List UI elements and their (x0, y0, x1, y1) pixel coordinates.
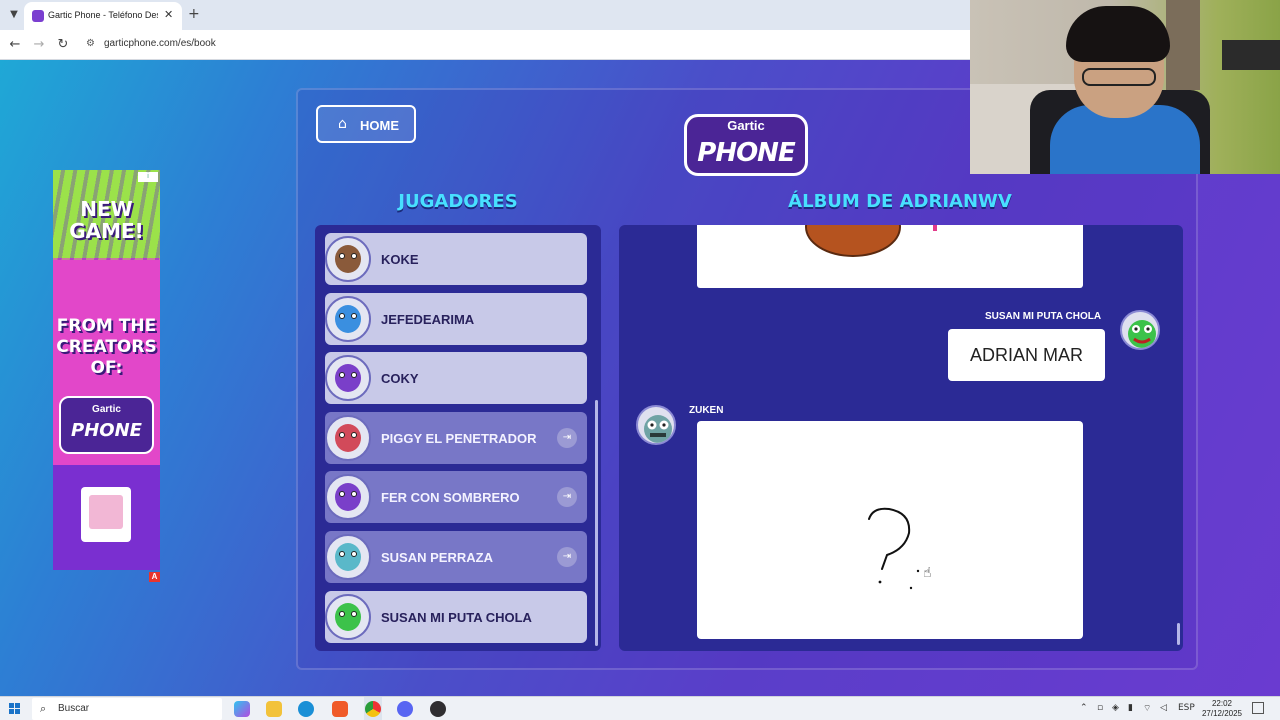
search-label: Buscar (58, 703, 90, 714)
zombie-avatar-icon (644, 415, 672, 443)
logo-top-text: Gartic (727, 118, 765, 133)
taskbar-search[interactable]: ⌕ Buscar (32, 698, 222, 720)
windows-taskbar: ⌕ Buscar ⌃ ▫ ◈ ▮ ⌔ ◁ ESP 22:02 27/12/202… (0, 696, 1280, 720)
players-scrollbar[interactable] (595, 400, 598, 646)
edge-icon[interactable] (298, 701, 314, 717)
ad-subline: FROM THE CREATORS OF: (56, 316, 157, 378)
reload-icon[interactable]: ↻ (54, 36, 72, 54)
guess-bubble: ADRIAN MAR (948, 329, 1105, 381)
home-icon: ⌂ (338, 116, 347, 132)
chrome-icon[interactable] (365, 701, 381, 717)
windows-start-icon[interactable] (9, 703, 21, 715)
search-icon: ⌕ (40, 702, 47, 715)
close-icon[interactable]: ✕ (164, 8, 173, 21)
player-row[interactable]: PIGGY EL PENETRADOR ⇥ (325, 412, 587, 464)
player-avatar-icon (325, 355, 371, 401)
question-mark-drawing (868, 507, 920, 590)
copilot-icon[interactable] (234, 701, 250, 717)
album-heading: ÁLBUM DE ADRIANWV (788, 191, 1012, 212)
obs-icon[interactable] (430, 701, 446, 717)
player-avatar-icon (325, 415, 371, 461)
volume-icon[interactable]: ◁ (1160, 703, 1167, 713)
discord-icon[interactable] (397, 701, 413, 717)
forward-arrow-icon[interactable]: → (30, 36, 48, 54)
album-scrollbar[interactable] (1177, 623, 1180, 645)
chevron-down-icon[interactable]: ▼ (6, 7, 22, 23)
webcam-curtain (1166, 0, 1200, 90)
chevron-up-icon[interactable]: ⌃ (1080, 703, 1088, 713)
player-avatar-icon (325, 474, 371, 520)
ad-logo-top: Gartic (92, 404, 121, 415)
avatar (1120, 310, 1160, 350)
player-name: COKY (381, 371, 419, 386)
battery-icon[interactable]: ▮ (1128, 703, 1133, 713)
left-game-icon: ⇥ (557, 547, 577, 567)
player-name: SUSAN PERRAZA (381, 550, 493, 565)
player-row[interactable]: SUSAN MI PUTA CHOLA (325, 591, 587, 643)
players-list[interactable]: KOKE JEFEDEARIMA COKY PIGGY EL PENETRADOR ⇥ F… (315, 225, 601, 651)
home-button[interactable]: ⌂ HOME (316, 105, 416, 143)
logo-bottom-text: PHONE (697, 138, 795, 168)
ad-headline: NEW GAME! (69, 197, 144, 243)
browser-tab[interactable]: Gartic Phone - Teléfono Descon ✕ (24, 2, 182, 30)
player-avatar-icon (325, 236, 371, 282)
drawing-canvas: ☝ (697, 421, 1083, 639)
notification-icon[interactable] (1252, 702, 1264, 714)
drawing-blob (805, 225, 901, 257)
player-name: SUSAN MI PUTA CHOLA (381, 610, 532, 625)
webcam-person-glasses (1082, 68, 1156, 86)
clock-time: 22:02 (1211, 699, 1233, 708)
ad-card-image (81, 487, 131, 542)
language-indicator[interactable]: ESP (1178, 703, 1195, 713)
previous-drawing-card (697, 225, 1083, 288)
clock[interactable]: 22:02 27/12/2025 (1198, 699, 1246, 719)
brave-icon[interactable] (332, 701, 348, 717)
player-row[interactable]: JEFEDEARIMA (325, 293, 587, 345)
plus-icon[interactable]: + (188, 6, 200, 22)
avatar (636, 405, 676, 445)
url-field[interactable]: garticphone.com/es/book (104, 38, 216, 49)
clock-date: 27/12/2025 (1201, 709, 1243, 718)
tab-title: Gartic Phone - Teléfono Descon (48, 10, 158, 20)
home-label: HOME (360, 118, 399, 133)
ad-gartic-logo: Gartic PHONE (59, 396, 154, 454)
ad-info-icon[interactable]: i (138, 172, 158, 182)
entry-author: SUSAN MI PUTA CHOLA (985, 311, 1102, 322)
player-name: KOKE (381, 252, 419, 267)
monster-avatar-icon (1128, 320, 1156, 348)
network-icon[interactable]: ◈ (1112, 703, 1119, 713)
advertisement[interactable]: NEW GAME! FROM THE CREATORS OF: Gartic P… (53, 170, 160, 570)
ad-illustration (53, 465, 160, 570)
webcam-shelf (1222, 40, 1280, 70)
tray-app-icon[interactable]: ▫ (1097, 703, 1103, 713)
player-name: PIGGY EL PENETRADOR (381, 431, 537, 446)
entry-author: ZUKEN (689, 405, 724, 416)
player-avatar-icon (325, 594, 371, 640)
album-view[interactable]: SUSAN MI PUTA CHOLA ADRIAN MAR ZUKEN ☝ (619, 225, 1183, 651)
player-row[interactable]: FER CON SOMBRERO ⇥ (325, 471, 587, 523)
player-row[interactable]: KOKE (325, 233, 587, 285)
webcam-overlay (970, 0, 1280, 174)
player-avatar-icon (325, 296, 371, 342)
gartic-favicon-icon (32, 10, 44, 22)
drawing-mark (933, 225, 937, 231)
player-name: FER CON SOMBRERO (381, 490, 520, 505)
players-heading: JUGADORES (398, 191, 518, 212)
player-avatar-icon (325, 534, 371, 580)
ad-logo-bottom: PHONE (71, 420, 142, 441)
file-explorer-icon[interactable] (266, 701, 282, 717)
webcam-person-hair (1066, 6, 1170, 62)
back-arrow-icon[interactable]: ← (6, 36, 24, 54)
player-row[interactable]: COKY (325, 352, 587, 404)
guess-text: ADRIAN MAR (969, 345, 1083, 365)
gartic-phone-logo: Gartic PHONE (684, 104, 808, 180)
ad-choices-badge[interactable]: A (149, 572, 160, 582)
wifi-icon[interactable]: ⌔ (1143, 703, 1151, 714)
player-row[interactable]: SUSAN PERRAZA ⇥ (325, 531, 587, 583)
player-name: JEFEDEARIMA (381, 312, 475, 327)
left-game-icon: ⇥ (557, 487, 577, 507)
site-info-icon[interactable]: ⚙ (86, 38, 98, 52)
left-game-icon: ⇥ (557, 428, 577, 448)
hand-cursor-icon: ☝ (923, 565, 932, 581)
